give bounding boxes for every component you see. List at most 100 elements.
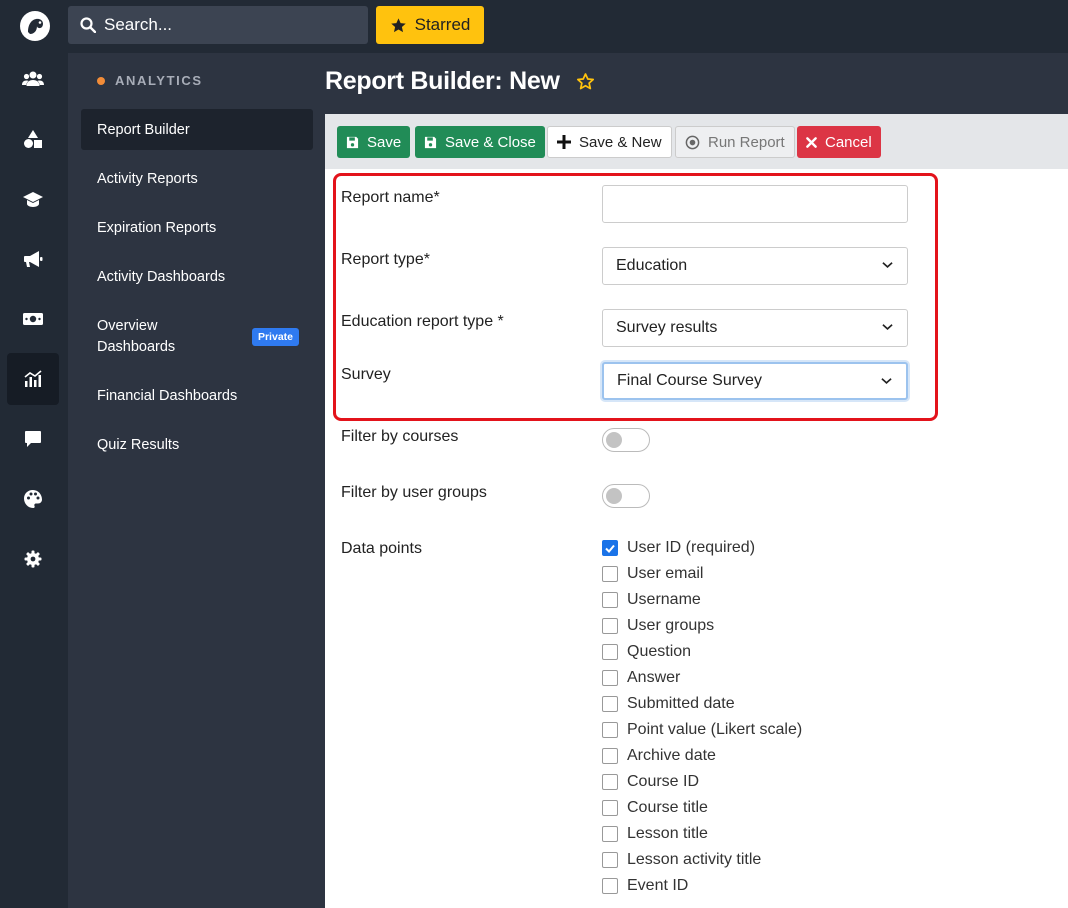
private-badge: Private bbox=[251, 328, 299, 346]
sidebar-item-overview-dashboards[interactable]: Overview Dashboards Private bbox=[81, 311, 313, 363]
data-points-label: Data points bbox=[341, 540, 422, 557]
save-close-button[interactable]: Save & Close bbox=[415, 126, 545, 158]
palette-icon[interactable] bbox=[7, 473, 59, 525]
save-close-label: Save & Close bbox=[445, 133, 536, 151]
save-new-label: Save & New bbox=[579, 133, 662, 151]
data-point-item[interactable]: Point value (Likert scale) bbox=[602, 720, 802, 740]
data-point-label: Question bbox=[627, 643, 692, 660]
data-point-label: Course ID bbox=[627, 773, 700, 790]
checkbox[interactable] bbox=[602, 748, 618, 764]
data-point-label: Answer bbox=[627, 669, 681, 686]
data-point-label: Submitted date bbox=[627, 695, 735, 712]
sidebar-item-quiz-results[interactable]: Quiz Results bbox=[81, 424, 313, 465]
data-point-label: User email bbox=[627, 565, 704, 582]
data-point-item[interactable]: Question bbox=[602, 642, 691, 662]
checkbox[interactable] bbox=[602, 800, 618, 816]
main-content: Report Builder: New Save Save & Close Sa… bbox=[325, 53, 1068, 908]
data-point-item[interactable]: User email bbox=[602, 564, 703, 584]
education-report-type-label: Education report type * bbox=[341, 313, 504, 330]
data-point-item[interactable]: Course ID bbox=[602, 772, 699, 792]
checkbox[interactable] bbox=[602, 722, 618, 738]
toolbar: Save Save & Close Save & New Run Report … bbox=[325, 114, 1068, 169]
data-point-label: User groups bbox=[627, 617, 715, 634]
money-icon[interactable] bbox=[7, 293, 59, 345]
sidebar-item-activity-reports[interactable]: Activity Reports bbox=[81, 158, 313, 199]
sidebar-item-financial-dashboards[interactable]: Financial Dashboards bbox=[81, 375, 313, 416]
save-label: Save bbox=[367, 133, 402, 151]
checkbox[interactable] bbox=[602, 566, 618, 582]
report-type-select[interactable]: Education bbox=[602, 247, 908, 285]
report-form: Report name* Report type* Education Educ… bbox=[325, 169, 1068, 908]
shapes-icon[interactable] bbox=[7, 113, 59, 165]
survey-label: Survey bbox=[341, 366, 391, 383]
report-type-value: Education bbox=[616, 257, 688, 274]
plus-icon bbox=[557, 135, 571, 149]
save-new-button[interactable]: Save & New bbox=[547, 126, 672, 158]
data-point-item[interactable]: Event ID bbox=[602, 876, 688, 896]
analytics-icon[interactable] bbox=[7, 353, 59, 405]
sidebar-item-expiration-reports[interactable]: Expiration Reports bbox=[81, 207, 313, 248]
gear-icon[interactable] bbox=[7, 533, 59, 585]
chevron-down-icon bbox=[882, 262, 893, 268]
checkbox[interactable] bbox=[602, 540, 618, 556]
report-name-input[interactable] bbox=[602, 185, 908, 223]
star-icon bbox=[390, 17, 406, 32]
education-report-type-select[interactable]: Survey results bbox=[602, 309, 908, 347]
sidebar: ANALYTICS Report Builder Activity Report… bbox=[68, 53, 325, 908]
save-button[interactable]: Save bbox=[337, 126, 411, 158]
chevron-down-icon bbox=[881, 378, 892, 384]
megaphone-icon[interactable] bbox=[7, 233, 59, 285]
data-point-label: Course title bbox=[627, 799, 708, 816]
close-icon bbox=[806, 136, 817, 148]
checkbox[interactable] bbox=[602, 826, 618, 842]
record-icon bbox=[685, 135, 700, 149]
sidebar-item-label: Expiration Reports bbox=[97, 219, 217, 236]
data-point-item[interactable]: Lesson activity title bbox=[602, 850, 761, 870]
sidebar-item-activity-dashboards[interactable]: Activity Dashboards bbox=[81, 256, 313, 297]
floppy-icon bbox=[346, 136, 359, 148]
chat-icon[interactable] bbox=[7, 413, 59, 465]
floppy-icon bbox=[424, 136, 437, 148]
data-point-item[interactable]: Answer bbox=[602, 668, 680, 688]
run-report-button[interactable]: Run Report bbox=[675, 126, 795, 158]
data-point-item[interactable]: Archive date bbox=[602, 746, 716, 766]
checkbox[interactable] bbox=[602, 592, 618, 608]
checkbox[interactable] bbox=[602, 670, 618, 686]
checkbox[interactable] bbox=[602, 618, 618, 634]
data-point-item[interactable]: Submitted date bbox=[602, 694, 735, 714]
logo-icon[interactable] bbox=[19, 10, 51, 42]
starred-button[interactable]: Starred bbox=[376, 6, 484, 44]
graduation-cap-icon[interactable] bbox=[7, 173, 59, 225]
checkbox[interactable] bbox=[602, 878, 618, 894]
sidebar-item-label: Overview Dashboards bbox=[97, 318, 176, 355]
education-report-type-value: Survey results bbox=[616, 319, 718, 336]
data-point-label: Lesson title bbox=[627, 825, 708, 842]
sidebar-item-label: Report Builder bbox=[97, 121, 190, 138]
checkbox[interactable] bbox=[602, 774, 618, 790]
filter-groups-toggle[interactable] bbox=[602, 484, 650, 508]
data-point-item[interactable]: User groups bbox=[602, 616, 714, 636]
filter-courses-toggle[interactable] bbox=[602, 428, 650, 452]
sidebar-item-label: Financial Dashboards bbox=[97, 387, 238, 404]
users-icon[interactable] bbox=[7, 53, 59, 105]
data-point-item[interactable]: Username bbox=[602, 590, 701, 610]
star-outline-icon[interactable] bbox=[576, 72, 595, 91]
data-point-item[interactable]: Course title bbox=[602, 798, 708, 818]
data-point-item[interactable]: Lesson title bbox=[602, 824, 708, 844]
survey-value: Final Course Survey bbox=[617, 372, 762, 389]
data-point-item[interactable]: User ID (required) bbox=[602, 538, 755, 558]
checkbox[interactable] bbox=[602, 696, 618, 712]
report-type-label: Report type* bbox=[341, 251, 430, 268]
checkbox[interactable] bbox=[602, 852, 618, 868]
sidebar-item-report-builder[interactable]: Report Builder bbox=[81, 109, 313, 150]
data-point-label: Point value (Likert scale) bbox=[627, 721, 803, 738]
run-report-label: Run Report bbox=[708, 133, 785, 151]
search-icon bbox=[80, 17, 96, 33]
survey-select[interactable]: Final Course Survey bbox=[602, 362, 908, 400]
cancel-button[interactable]: Cancel bbox=[797, 126, 881, 158]
checkbox[interactable] bbox=[602, 644, 618, 660]
search-input[interactable]: Search... bbox=[68, 6, 368, 44]
filter-groups-label: Filter by user groups bbox=[341, 484, 487, 501]
section-dot bbox=[97, 76, 105, 85]
page-title-text: Report Builder: New bbox=[325, 67, 560, 95]
